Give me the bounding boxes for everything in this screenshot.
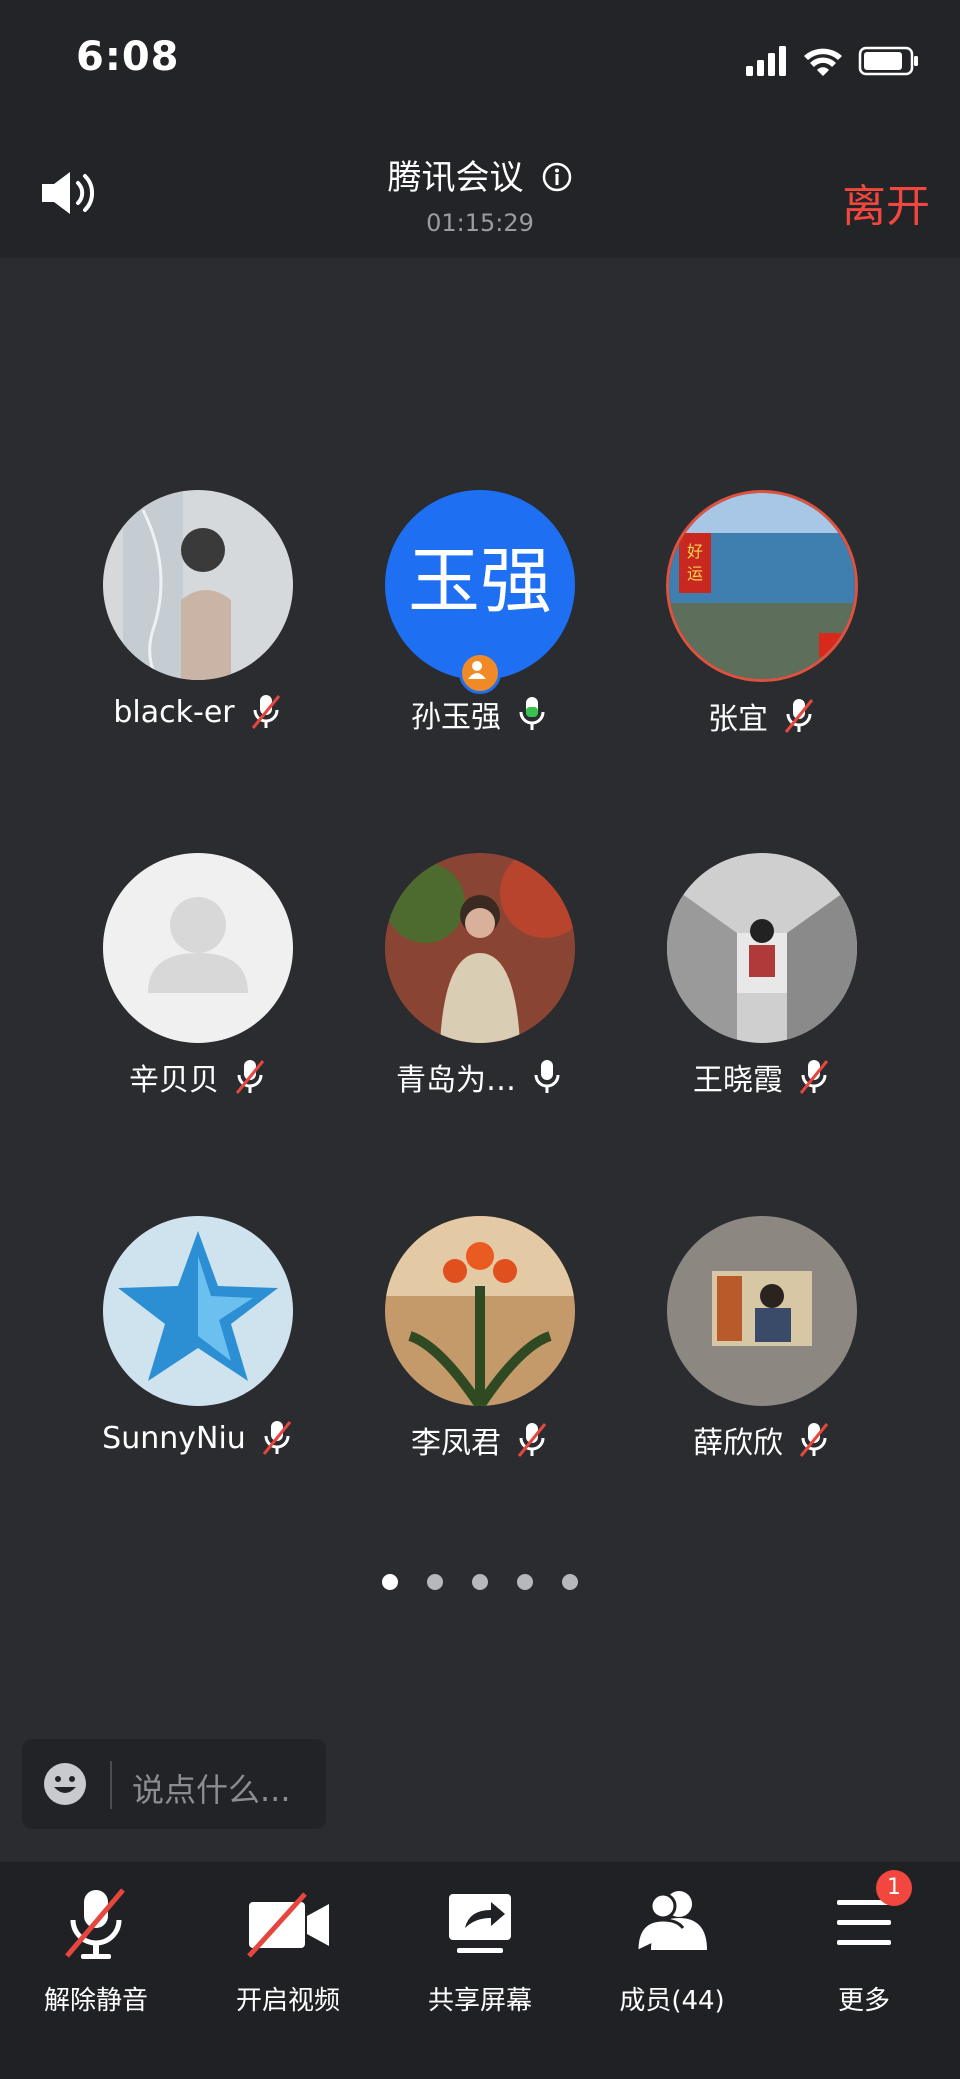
avatar-initials: 玉强 <box>408 539 552 623</box>
status-time: 6:08 <box>76 34 180 80</box>
mic-muted-icon <box>799 1423 829 1457</box>
share-screen-label: 共享屏幕 <box>427 1986 532 2016</box>
info-icon[interactable] <box>541 161 573 193</box>
participant-name-row: SunnyNiu <box>58 1418 338 1458</box>
status-bar: 6:08 <box>0 0 960 120</box>
avatar <box>385 1216 575 1406</box>
participant-name: 孙玉强 <box>411 700 501 735</box>
avatar <box>103 490 293 680</box>
mic-speaking-icon <box>519 697 545 730</box>
video-off-icon <box>247 1892 329 1958</box>
avatar <box>667 853 857 1043</box>
more-button[interactable]: 1 更多 <box>768 1862 960 2079</box>
start-video-label: 开启视频 <box>235 1986 340 2016</box>
participant-grid: black-er 玉强 孙玉强 好 运 张宜 辛贝贝 青岛为… 王晓霞 Sunn… <box>0 490 960 1461</box>
unmute-button[interactable]: 解除静音 <box>0 1862 192 2079</box>
participant-tile[interactable]: 辛贝贝 <box>58 853 338 1113</box>
leave-button[interactable]: 离开 <box>842 170 930 234</box>
participant-name-row: 青岛为… <box>340 1055 620 1099</box>
mic-off-icon <box>65 1888 125 1959</box>
participant-tile[interactable]: 玉强 孙玉强 <box>340 490 620 750</box>
page-dot[interactable] <box>562 1574 579 1590</box>
participant-tile[interactable]: 王晓霞 <box>622 853 902 1113</box>
mic-icon <box>534 1060 560 1093</box>
more-label: 更多 <box>837 1986 890 2016</box>
mic-muted-icon <box>262 1421 291 1455</box>
participant-tile[interactable]: SunnyNiu <box>58 1216 338 1476</box>
meeting-timer: 01:15:29 <box>426 209 534 237</box>
participant-name: SunnyNiu <box>102 1420 246 1456</box>
avatar <box>103 1216 293 1406</box>
mic-muted-icon <box>799 1060 829 1094</box>
members-icon <box>635 1891 707 1951</box>
participant-tile[interactable]: 薛欣欣 <box>622 1216 902 1476</box>
meeting-title: 腾讯会议 <box>387 158 524 198</box>
participant-tile[interactable]: 李凤君 <box>340 1216 620 1476</box>
share-screen-icon <box>449 1894 511 1953</box>
status-icons <box>746 46 918 76</box>
participant-name: 王晓霞 <box>693 1063 783 1098</box>
mic-muted-icon <box>251 695 280 729</box>
default-avatar-icon <box>103 853 293 1043</box>
members-label: 成员(44) <box>619 1986 725 2016</box>
participant-name-row: 张宜 <box>622 694 902 738</box>
participant-name: black-er <box>113 694 235 730</box>
page-dot-active[interactable] <box>381 1574 398 1590</box>
participant-name: 薛欣欣 <box>693 1426 783 1461</box>
signal-icon <box>746 46 786 76</box>
svg-text:好: 好 <box>687 542 703 561</box>
wifi-icon <box>804 48 842 76</box>
page-dot[interactable] <box>517 1574 534 1590</box>
page-dot[interactable] <box>472 1574 488 1590</box>
participant-tile[interactable]: black-er <box>58 490 338 750</box>
chat-divider <box>110 1761 112 1809</box>
share-screen-button[interactable]: 共享屏幕 <box>384 1862 576 2079</box>
host-badge <box>459 652 501 694</box>
participant-name: 张宜 <box>708 702 768 737</box>
start-video-button[interactable]: 开启视频 <box>192 1862 384 2079</box>
battery-icon <box>858 46 918 76</box>
meeting-title-block: 腾讯会议 01:15:29 <box>0 150 960 237</box>
participant-name-row: 李凤君 <box>340 1418 620 1462</box>
notification-badge: 1 <box>876 1870 912 1906</box>
participant-name-row: 辛贝贝 <box>58 1055 338 1099</box>
participant-name-row: black-er <box>58 692 338 732</box>
participant-tile[interactable]: 好 运 张宜 <box>622 490 902 750</box>
page-indicator <box>0 1574 960 1594</box>
mic-muted-icon <box>517 1423 547 1457</box>
avatar: 玉强 <box>385 490 575 694</box>
participant-tile[interactable]: 青岛为… <box>340 853 620 1113</box>
emoji-icon[interactable] <box>42 1761 88 1807</box>
meeting-header: 腾讯会议 01:15:29 离开 <box>0 120 960 258</box>
participant-name-row: 王晓霞 <box>622 1055 902 1099</box>
bottom-toolbar: 解除静音 开启视频 共享屏幕 成员(44) 1 更多 <box>0 1862 960 2079</box>
mic-muted-icon <box>235 1060 265 1094</box>
participant-name: 李凤君 <box>411 1426 501 1461</box>
participant-name: 青岛为… <box>396 1063 516 1098</box>
participant-name: 辛贝贝 <box>129 1063 219 1098</box>
page-dot[interactable] <box>426 1574 443 1590</box>
mic-muted-icon <box>784 699 814 733</box>
chat-input[interactable]: 说点什么... <box>22 1739 326 1829</box>
members-button[interactable]: 成员(44) <box>576 1862 768 2079</box>
avatar <box>385 853 575 1043</box>
svg-text:运: 运 <box>687 564 703 583</box>
participant-name-row: 薛欣欣 <box>622 1418 902 1462</box>
unmute-label: 解除静音 <box>43 1986 148 2016</box>
participant-name-row: 孙玉强 <box>340 692 620 736</box>
avatar <box>667 1216 857 1406</box>
chat-placeholder: 说点什么... <box>132 1771 291 1809</box>
avatar: 好 运 <box>666 490 858 682</box>
